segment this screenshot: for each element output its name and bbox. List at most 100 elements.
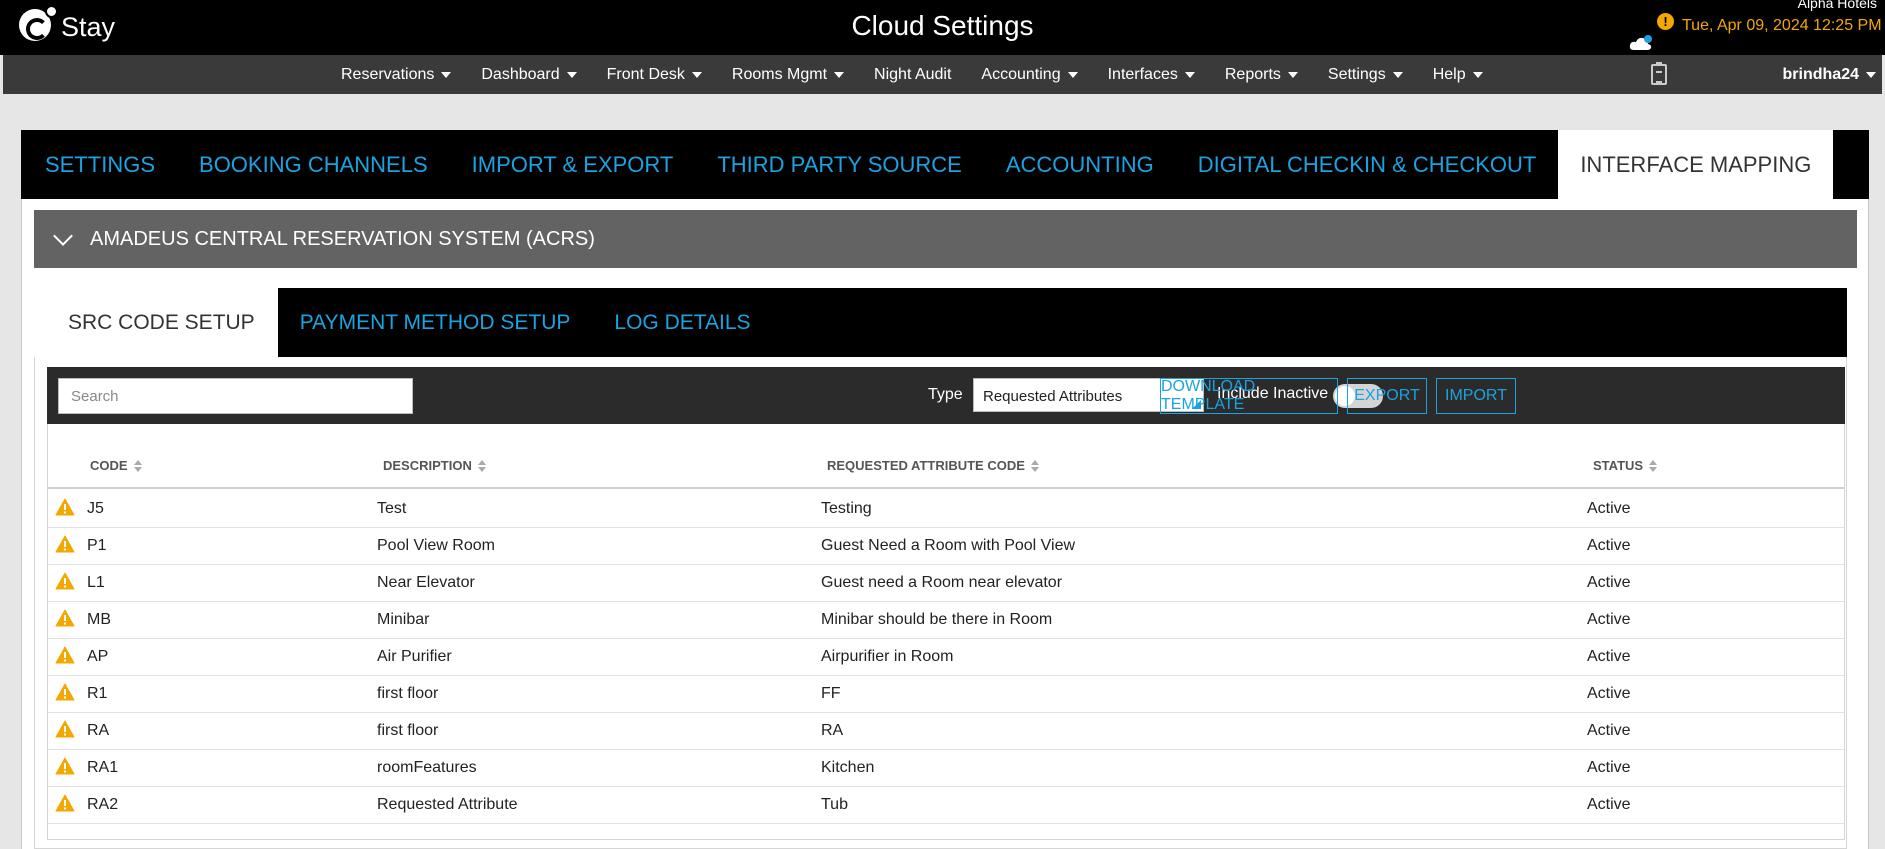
mapping-tabs: SRC CODE SETUP PAYMENT METHOD SETUP LOG DE… (34, 288, 1847, 357)
warning-icon (55, 498, 75, 516)
cell-description: Air Purifier (377, 648, 452, 665)
nav-item-reports[interactable]: Reports (1225, 66, 1298, 84)
cell-status: Active (1587, 500, 1631, 517)
table-row[interactable]: R1 first floor FF Active (48, 676, 1844, 713)
clipboard-icon[interactable] (1651, 62, 1667, 85)
nav-item-label: Front Desk (606, 65, 685, 83)
tab-payment-method-setup[interactable]: PAYMENT METHOD SETUP (278, 288, 593, 357)
tab-log-details[interactable]: LOG DETAILS (592, 288, 772, 357)
warning-icon (55, 683, 75, 701)
nav-item-label: Night Audit (874, 65, 952, 83)
cell-code: R1 (87, 685, 108, 702)
chevron-down-icon (691, 71, 702, 78)
cell-description: Minibar (377, 611, 430, 628)
nav-item-rooms-mgmt[interactable]: Rooms Mgmt (732, 66, 845, 84)
table-row[interactable]: RA2 Requested Attribute Tub Active (48, 787, 1844, 824)
cell-status: Active (1587, 759, 1631, 776)
top-bar: Stay Cloud Settings Alpha Hotels ! Tue, … (0, 0, 1885, 55)
search-input[interactable] (58, 378, 413, 414)
chevron-down-icon (1287, 71, 1298, 78)
cell-status: Active (1587, 722, 1631, 739)
nav-item-accounting[interactable]: Accounting (981, 66, 1078, 84)
cell-description: first floor (377, 685, 439, 702)
tab-accounting[interactable]: ACCOUNTING (984, 130, 1176, 199)
cell-status: Active (1587, 537, 1631, 554)
nav-item-interfaces[interactable]: Interfaces (1108, 66, 1195, 84)
warning-icon (55, 572, 75, 590)
cell-requested-attribute-code: Testing (821, 500, 872, 517)
cell-description: Test (377, 500, 407, 517)
logo-mark-icon (19, 4, 58, 41)
nav-item-settings[interactable]: Settings (1328, 66, 1403, 84)
section-title: AMADEUS CENTRAL RESERVATION SYSTEM (ACRS… (90, 227, 595, 250)
cell-requested-attribute-code: Guest need a Room near elevator (821, 574, 1063, 591)
table-row[interactable]: RA first floor RA Active (48, 713, 1844, 750)
tab-src-code-setup[interactable]: SRC CODE SETUP (34, 288, 278, 357)
app-logo[interactable]: Stay (19, 4, 115, 43)
warning-icon (55, 535, 75, 553)
cell-requested-attribute-code: Kitchen (821, 759, 875, 776)
sort-icon (1649, 459, 1658, 472)
warning-icon (55, 720, 75, 738)
table-row[interactable]: L1 Near Elevator Guest need a Room near el… (48, 565, 1844, 602)
cell-description: first floor (377, 722, 439, 739)
warning-icon (55, 646, 75, 664)
nav-item-front-desk[interactable]: Front Desk (607, 66, 702, 84)
alert-icon[interactable]: ! (1657, 13, 1674, 30)
cloud-icon[interactable] (1629, 34, 1653, 52)
download-template-button[interactable]: DOWNLOAD TEMPLATE (1160, 378, 1338, 414)
nav-menu: Reservations Dashboard Front Desk Rooms Mgm… (341, 55, 1513, 94)
sort-icon (477, 459, 486, 472)
column-header-description[interactable]: DESCRIPTION (383, 458, 486, 473)
cell-description: roomFeatures (377, 759, 477, 776)
chevron-down-icon (53, 226, 73, 246)
tab-settings[interactable]: SETTINGS (21, 130, 177, 199)
column-header-code[interactable]: CODE (90, 458, 142, 473)
cell-requested-attribute-code: Airpurifier in Room (821, 648, 954, 665)
type-label: Type (928, 386, 963, 403)
column-header-label: REQUESTED ATTRIBUTE CODE (827, 458, 1025, 473)
tab-import-export[interactable]: IMPORT & EXPORT (450, 130, 696, 199)
user-name: brindha24 (1782, 65, 1859, 83)
export-button[interactable]: EXPORT (1347, 378, 1427, 414)
table-row[interactable]: J5 Test Testing Active (48, 491, 1844, 528)
cell-requested-attribute-code: RA (821, 722, 844, 739)
nav-item-dashboard[interactable]: Dashboard (481, 66, 577, 84)
nav-item-label: Interfaces (1107, 65, 1178, 83)
tab-interface-mapping[interactable]: INTERFACE MAPPING (1558, 130, 1834, 199)
nav-item-night-audit[interactable]: Night Audit (874, 66, 951, 84)
tab-third-party-source[interactable]: THIRD PARTY SOURCE (695, 130, 983, 199)
column-header-status[interactable]: STATUS (1593, 458, 1658, 473)
table-row[interactable]: RA1 roomFeatures Kitchen Active (48, 750, 1844, 787)
table-row[interactable]: P1 Pool View Room Guest Need a Room with P… (48, 528, 1844, 565)
table-header: CODE DESCRIPTION REQUESTED ATTRIBUTE CODE S… (48, 424, 1844, 489)
cell-code: MB (87, 611, 111, 628)
toolbar: Type Requested Attributes Include Inacti… (47, 367, 1845, 424)
warning-icon (55, 757, 75, 775)
cell-description: Requested Attribute (377, 796, 518, 813)
settings-tabs: SETTINGS BOOKING CHANNELS IMPORT & EXPORT T… (21, 130, 1869, 199)
business-datetime: Tue, Apr 09, 2024 12:25 PM (1682, 17, 1882, 34)
tab-booking-channels[interactable]: BOOKING CHANNELS (177, 130, 450, 199)
cell-code: AP (87, 648, 109, 665)
section-header[interactable]: AMADEUS CENTRAL RESERVATION SYSTEM (ACRS… (34, 210, 1857, 268)
cell-requested-attribute-code: FF (821, 685, 841, 702)
cell-status: Active (1587, 611, 1631, 628)
chevron-down-icon (1472, 71, 1483, 78)
table-row[interactable]: MB Minibar Minibar should be there in Room… (48, 602, 1844, 639)
column-header-label: CODE (90, 458, 128, 473)
cell-requested-attribute-code: Tub (821, 796, 848, 813)
nav-item-label: Reservations (341, 65, 435, 83)
chevron-down-icon (1392, 71, 1403, 78)
nav-item-help[interactable]: Help (1433, 66, 1483, 84)
chevron-down-icon (1184, 71, 1195, 78)
column-header-requested-attribute-code[interactable]: REQUESTED ATTRIBUTE CODE (827, 458, 1039, 473)
user-menu[interactable]: brindha24 (1783, 55, 1876, 94)
tab-digital-checkin-checkout[interactable]: DIGITAL CHECKIN & CHECKOUT (1176, 130, 1559, 199)
nav-item-reservations[interactable]: Reservations (341, 65, 452, 84)
nav-item-label: Settings (1327, 65, 1386, 83)
table-row[interactable]: AP Air Purifier Airpurifier in Room Active (48, 639, 1844, 676)
cell-code: J5 (87, 500, 104, 517)
warning-icon (55, 794, 75, 812)
import-button[interactable]: IMPORT (1436, 378, 1516, 414)
